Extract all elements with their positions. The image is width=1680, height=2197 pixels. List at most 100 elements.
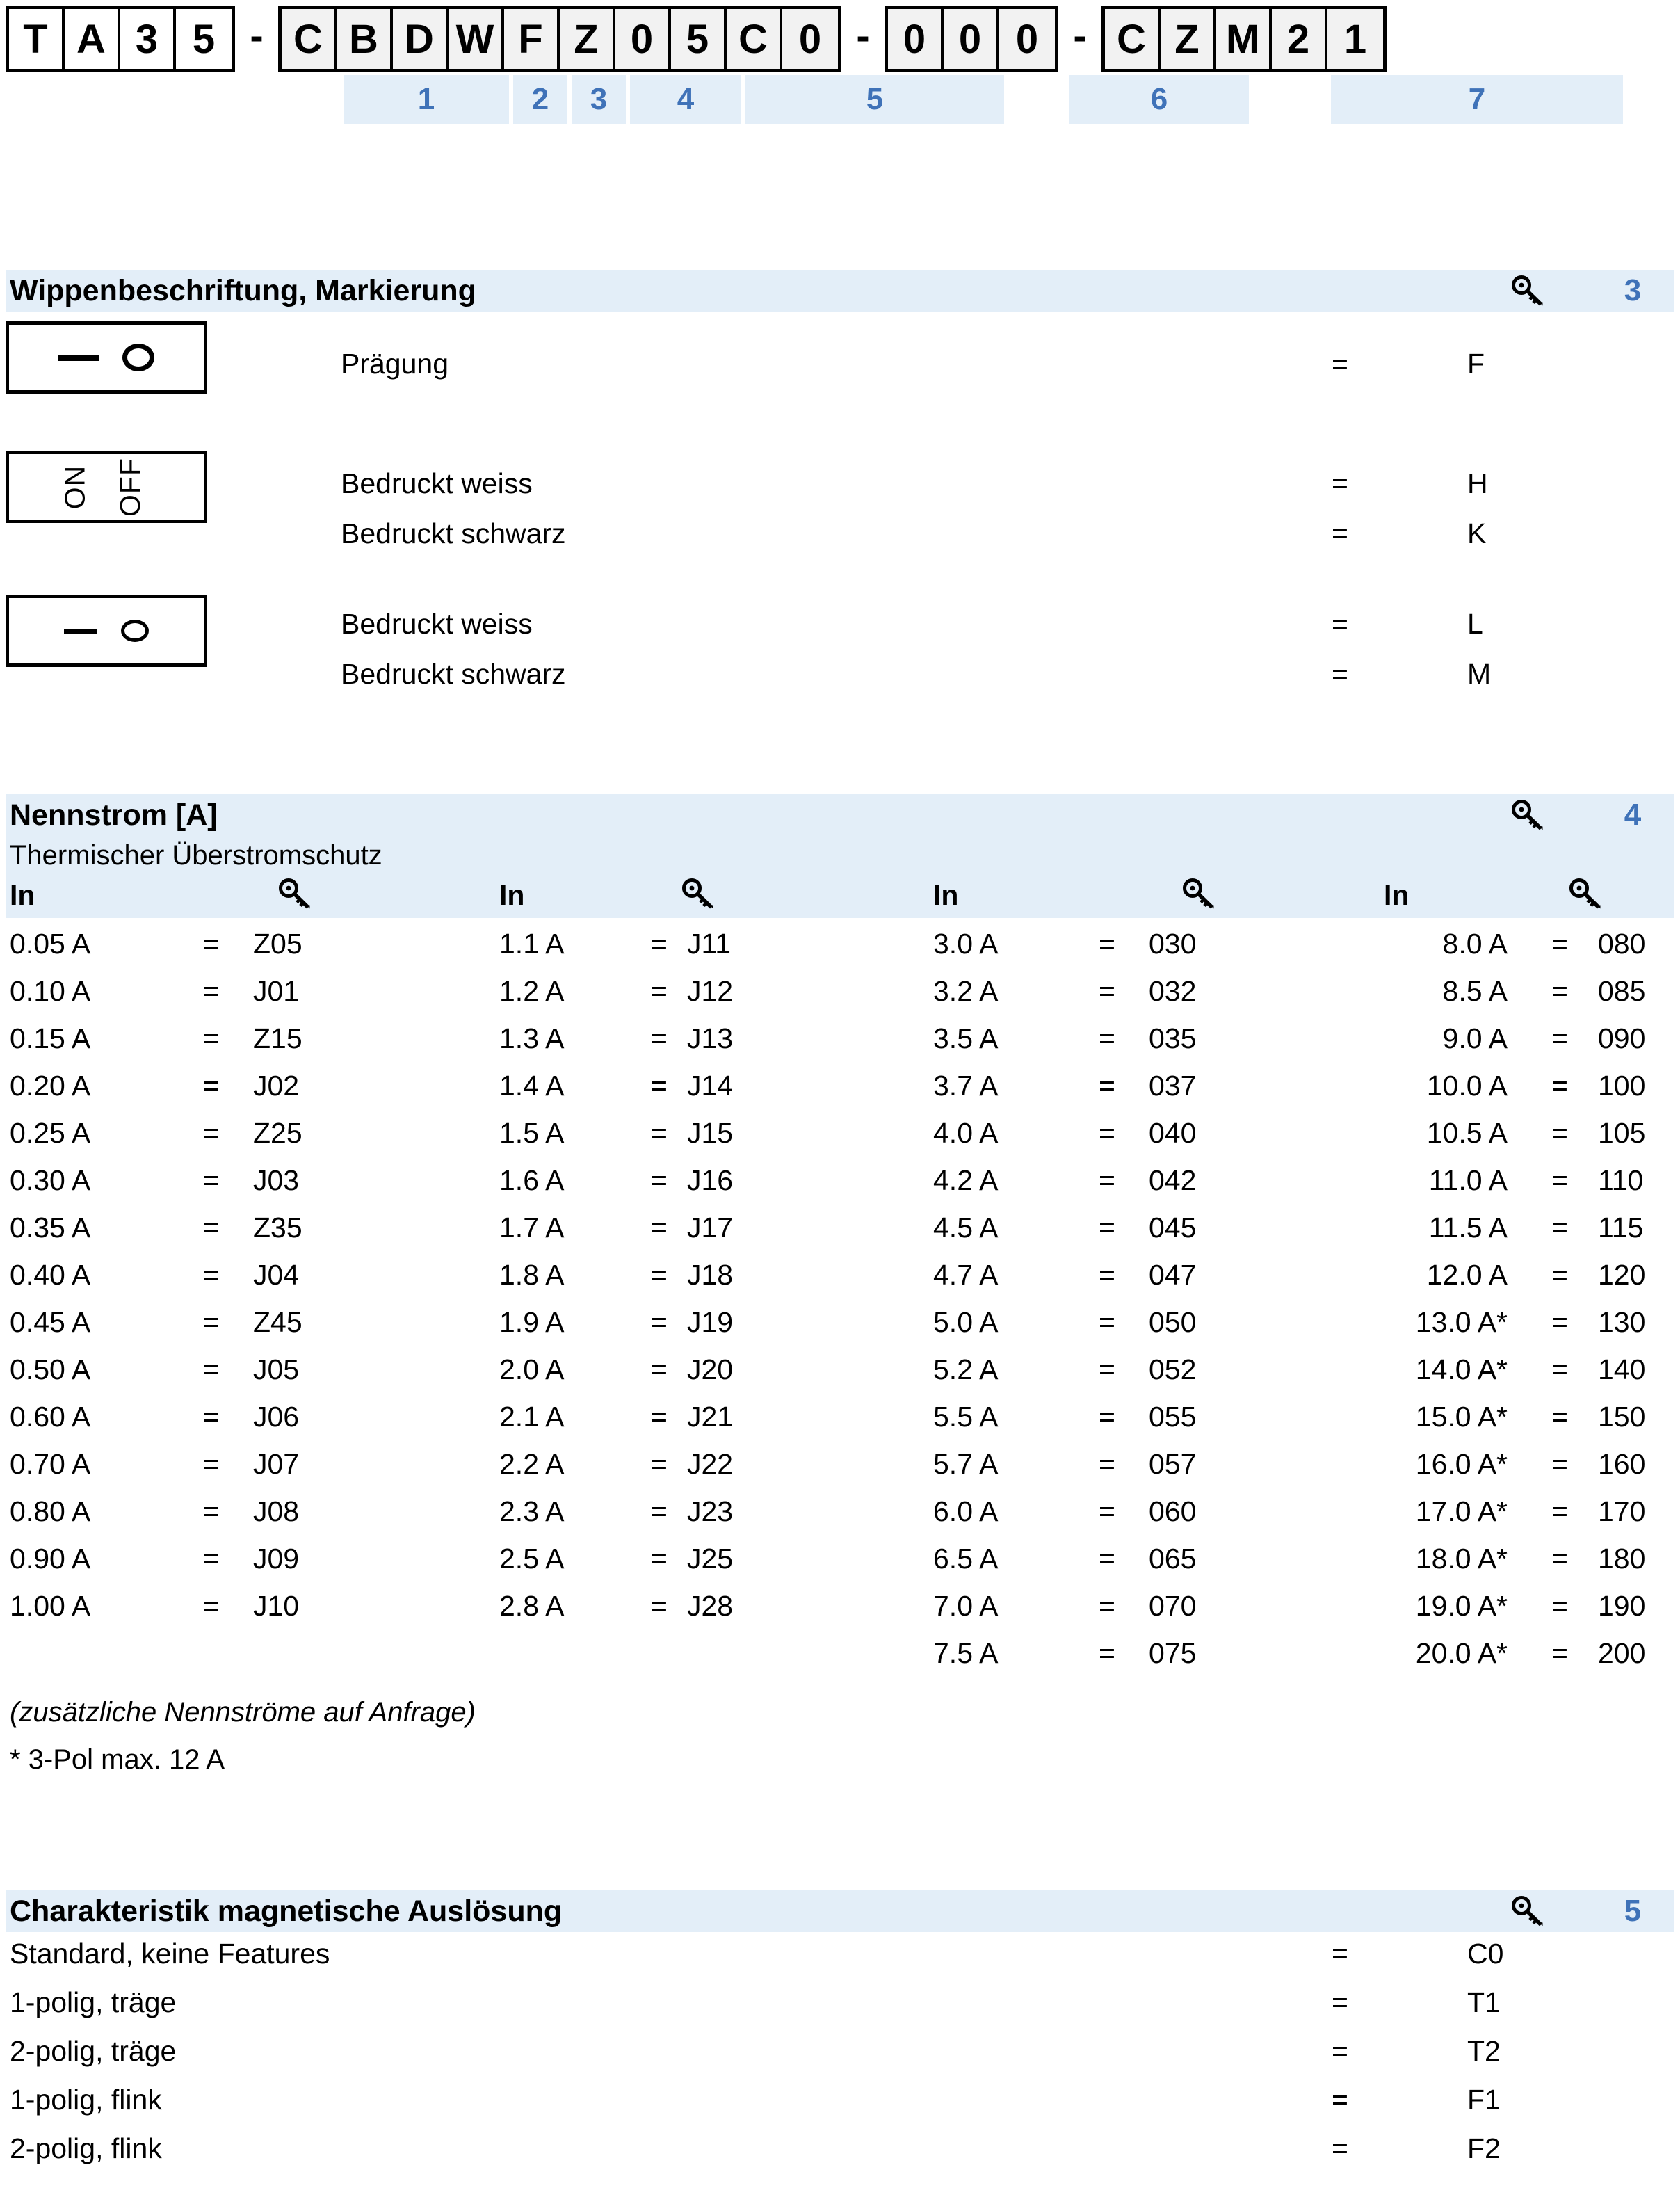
current-code[interactable]: 065 — [1149, 1543, 1196, 1575]
current-code[interactable]: 100 — [1598, 1070, 1645, 1102]
current-code[interactable]: 085 — [1598, 975, 1645, 1008]
equals-sign: = — [1551, 1022, 1568, 1054]
current-code[interactable]: J08 — [253, 1495, 299, 1528]
current-code[interactable]: 052 — [1149, 1353, 1196, 1386]
current-code[interactable]: J01 — [253, 975, 299, 1008]
current-code[interactable]: 190 — [1598, 1590, 1645, 1623]
part-number-cell[interactable]: B — [337, 9, 393, 69]
current-code[interactable]: 055 — [1149, 1401, 1196, 1433]
part-number-cell[interactable]: 5 — [176, 9, 232, 69]
current-value: 1.6 A — [499, 1164, 565, 1196]
equals-sign: = — [1099, 975, 1115, 1007]
current-code[interactable]: J18 — [687, 1259, 733, 1291]
current-code[interactable]: 105 — [1598, 1117, 1645, 1150]
current-code[interactable]: J23 — [687, 1495, 733, 1528]
part-number-cell[interactable]: 0 — [944, 9, 999, 69]
current-code[interactable]: 120 — [1598, 1259, 1645, 1291]
current-code[interactable]: J15 — [687, 1117, 733, 1150]
part-number-cell[interactable]: C — [727, 9, 782, 69]
current-code[interactable]: 115 — [1598, 1212, 1643, 1244]
part-number-cell[interactable]: M — [1216, 9, 1272, 69]
current-code[interactable]: 035 — [1149, 1022, 1196, 1055]
current-code[interactable]: 060 — [1149, 1495, 1196, 1528]
current-code[interactable]: 040 — [1149, 1117, 1196, 1150]
part-number-cell[interactable]: A — [65, 9, 120, 69]
current-code[interactable]: J11 — [687, 928, 731, 960]
part-number-cell[interactable]: C — [1105, 9, 1161, 69]
current-code[interactable]: J04 — [253, 1259, 299, 1291]
part-number-cell[interactable]: 3 — [120, 9, 176, 69]
current-code[interactable]: J22 — [687, 1448, 733, 1481]
current-code[interactable]: J19 — [687, 1306, 733, 1339]
current-value: 20.0 A* — [1415, 1637, 1508, 1669]
current-code[interactable]: 160 — [1598, 1448, 1645, 1481]
current-code[interactable]: Z35 — [253, 1212, 302, 1244]
current-code[interactable]: 150 — [1598, 1401, 1645, 1433]
current-code[interactable]: J10 — [253, 1590, 299, 1623]
current-code[interactable]: 180 — [1598, 1543, 1645, 1575]
part-number-cell[interactable]: F — [504, 9, 560, 69]
part-number-cell[interactable]: W — [449, 9, 504, 69]
part-number-cell[interactable]: 0 — [999, 9, 1055, 69]
current-code[interactable]: J02 — [253, 1070, 299, 1102]
current-code[interactable]: 037 — [1149, 1070, 1196, 1102]
current-code[interactable]: J28 — [687, 1590, 733, 1623]
option-code[interactable]: T1 — [1467, 1986, 1501, 2019]
current-code[interactable]: J06 — [253, 1401, 299, 1433]
current-code[interactable]: 057 — [1149, 1448, 1196, 1481]
option-code[interactable]: T2 — [1467, 2035, 1501, 2068]
equals-sign: = — [203, 975, 220, 1007]
current-code[interactable]: J03 — [253, 1164, 299, 1197]
current-code[interactable]: J20 — [687, 1353, 733, 1386]
part-number-cell[interactable]: T — [9, 9, 65, 69]
current-code[interactable]: 080 — [1598, 928, 1645, 960]
current-code[interactable]: Z05 — [253, 928, 302, 960]
current-code[interactable]: 030 — [1149, 928, 1196, 960]
current-code[interactable]: 070 — [1149, 1590, 1196, 1623]
current-code[interactable]: 075 — [1149, 1637, 1196, 1670]
current-row: 20.0 A* = 200 — [1341, 1637, 1646, 1684]
current-code[interactable]: 050 — [1149, 1306, 1196, 1339]
current-code[interactable]: 045 — [1149, 1212, 1196, 1244]
current-code[interactable]: J25 — [687, 1543, 733, 1575]
part-number-cell[interactable]: 1 — [1327, 9, 1383, 69]
current-code[interactable]: 200 — [1598, 1637, 1645, 1670]
current-code[interactable]: J12 — [687, 975, 733, 1008]
current-code[interactable]: 110 — [1598, 1164, 1643, 1197]
current-code[interactable]: 170 — [1598, 1495, 1645, 1528]
part-number-cell[interactable]: 0 — [615, 9, 671, 69]
current-code[interactable]: 130 — [1598, 1306, 1645, 1339]
part-number-cell[interactable]: 5 — [671, 9, 727, 69]
current-code[interactable]: Z15 — [253, 1022, 302, 1055]
part-number-cell[interactable]: Z — [1161, 9, 1216, 69]
part-number-cell[interactable]: Z — [560, 9, 615, 69]
current-code[interactable]: J13 — [687, 1022, 733, 1055]
current-code[interactable]: 042 — [1149, 1164, 1196, 1197]
equals-sign: = — [651, 1353, 668, 1385]
current-code[interactable]: J14 — [687, 1070, 733, 1102]
current-code[interactable]: J17 — [687, 1212, 733, 1244]
current-code[interactable]: 140 — [1598, 1353, 1645, 1386]
part-number-cell[interactable]: 2 — [1272, 9, 1327, 69]
current-code[interactable]: Z25 — [253, 1117, 302, 1150]
option-code[interactable]: C0 — [1467, 1938, 1503, 1970]
current-code[interactable]: J21 — [687, 1401, 733, 1433]
current-code[interactable]: J05 — [253, 1353, 299, 1386]
option-code[interactable]: F2 — [1467, 2132, 1501, 2165]
current-code[interactable]: 047 — [1149, 1259, 1196, 1291]
current-code[interactable]: 032 — [1149, 975, 1196, 1008]
part-number-cell[interactable]: 0 — [888, 9, 944, 69]
part-number-block: TA35-CBDWFZ05C0-000-CZM21 1234567 — [6, 6, 1674, 124]
current-code[interactable]: J16 — [687, 1164, 733, 1197]
part-number-cell[interactable]: D — [393, 9, 449, 69]
equals-sign: = — [1099, 1117, 1115, 1149]
option-code[interactable]: F1 — [1467, 2084, 1501, 2116]
entry-code-praegung: F — [1467, 348, 1485, 380]
current-code[interactable]: Z45 — [253, 1306, 302, 1339]
current-row: 0.90 A = J09 — [10, 1543, 302, 1590]
part-number-cell[interactable]: 0 — [782, 9, 838, 69]
current-code[interactable]: J07 — [253, 1448, 299, 1481]
current-code[interactable]: 090 — [1598, 1022, 1645, 1055]
part-number-cell[interactable]: C — [282, 9, 337, 69]
current-code[interactable]: J09 — [253, 1543, 299, 1575]
